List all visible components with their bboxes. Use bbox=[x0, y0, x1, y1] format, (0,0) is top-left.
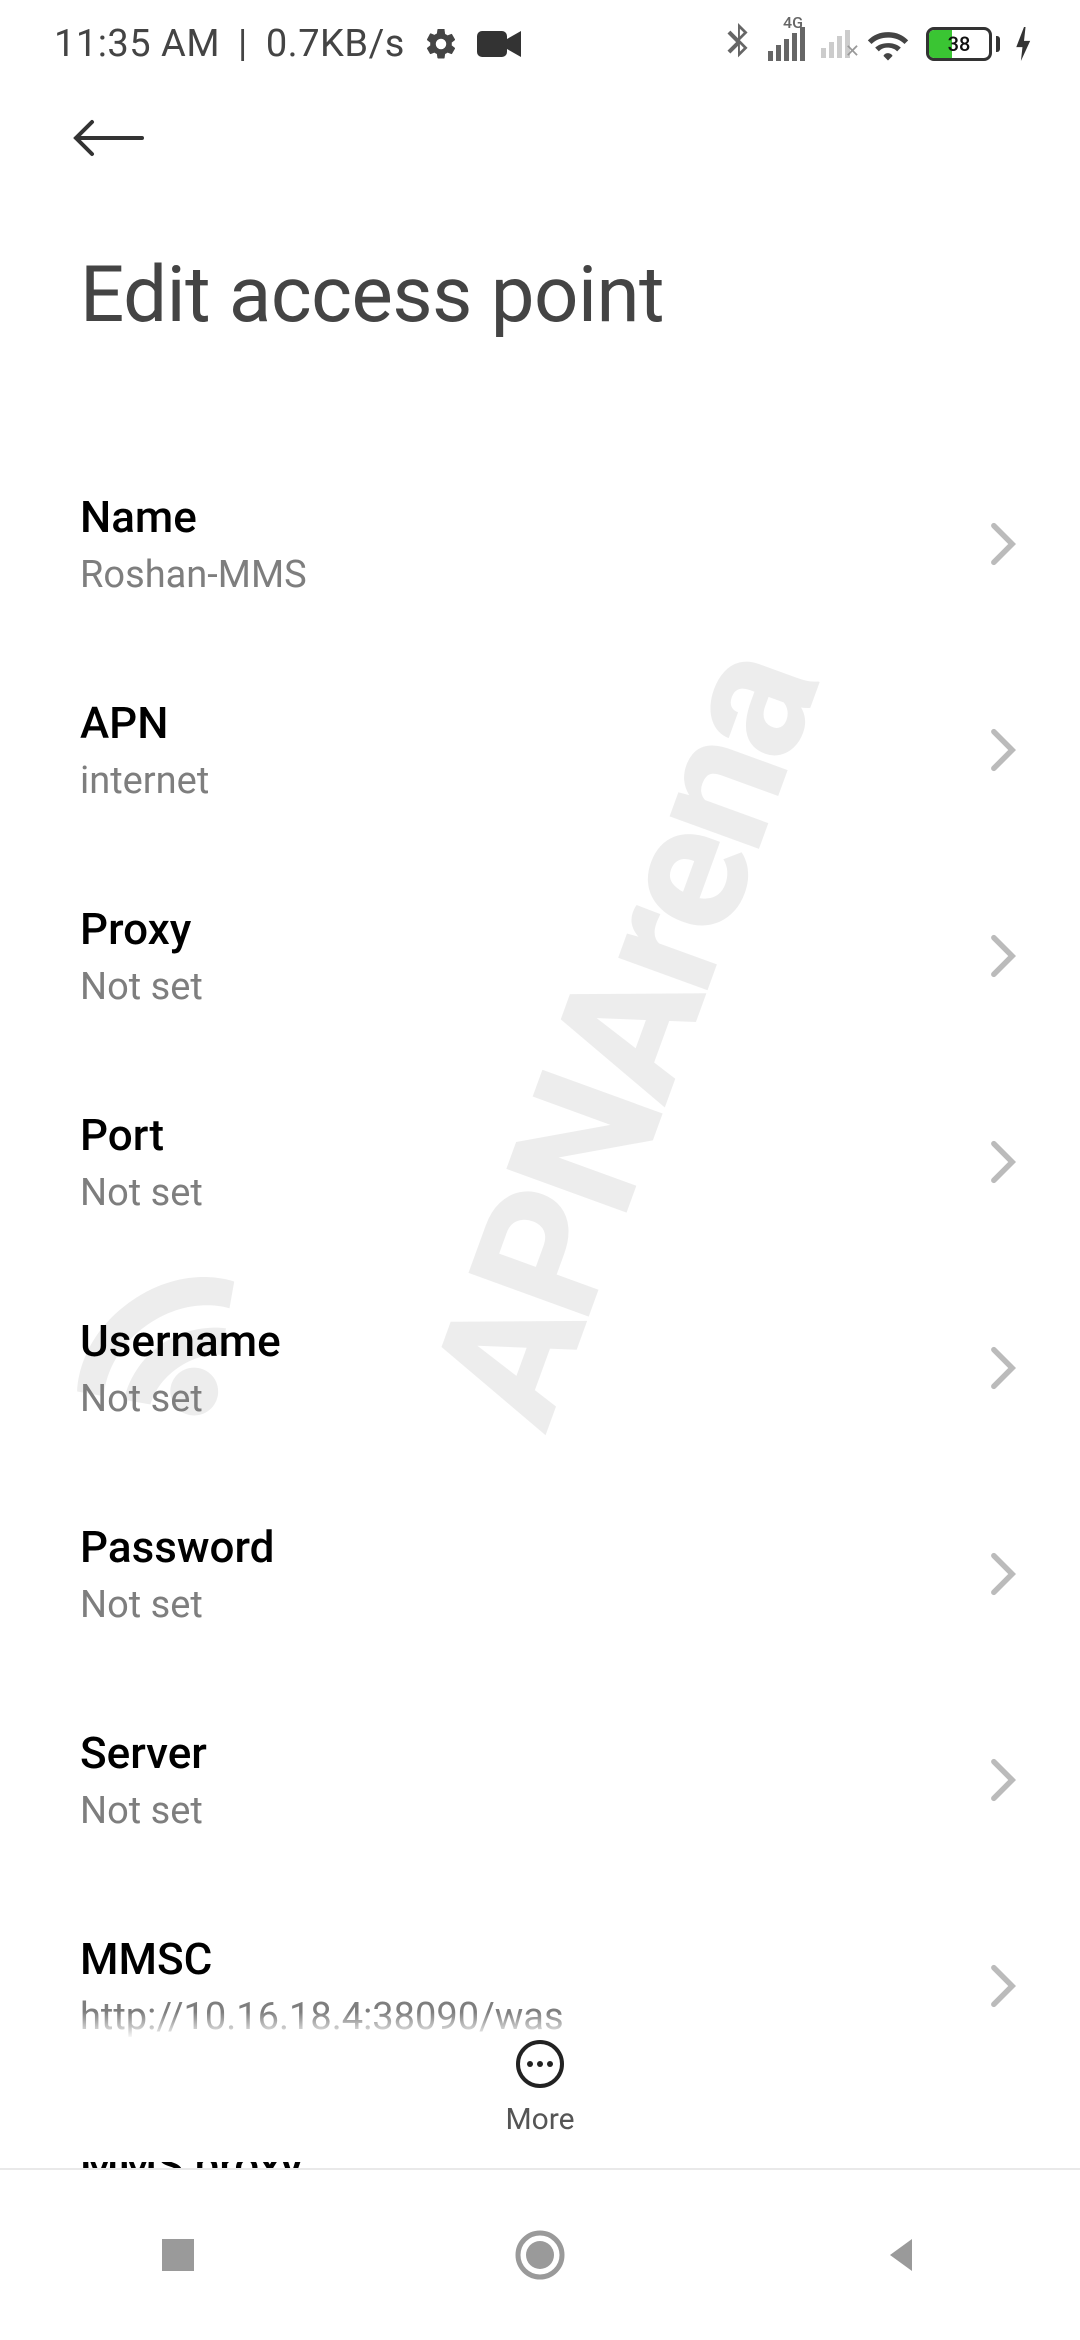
row-label: Proxy bbox=[80, 903, 990, 955]
row-name[interactable]: Name Roshan-MMS bbox=[0, 441, 1080, 647]
row-username[interactable]: Username Not set bbox=[0, 1265, 1080, 1471]
network-badge: 4G bbox=[783, 13, 803, 32]
row-value: Not set bbox=[80, 965, 990, 1009]
status-separator: | bbox=[238, 22, 248, 66]
status-time: 11:35 AM bbox=[54, 22, 220, 66]
row-label: Server bbox=[80, 1727, 990, 1779]
back-button[interactable] bbox=[70, 116, 1080, 160]
row-value: Not set bbox=[80, 1377, 990, 1421]
row-value: Roshan-MMS bbox=[80, 553, 990, 597]
row-value: internet bbox=[80, 759, 990, 803]
wifi-icon bbox=[866, 26, 910, 62]
video-icon bbox=[477, 29, 521, 59]
nav-home-button[interactable] bbox=[512, 2227, 568, 2283]
battery-percent: 38 bbox=[929, 32, 989, 56]
chevron-right-icon bbox=[990, 1964, 1016, 2008]
row-label: Port bbox=[80, 1109, 990, 1161]
row-value: Not set bbox=[80, 1789, 990, 1833]
chevron-right-icon bbox=[990, 1552, 1016, 1596]
row-value: Not set bbox=[80, 1583, 990, 1627]
nav-recents-button[interactable] bbox=[156, 2233, 200, 2277]
signal-no-sim-icon: ✕ bbox=[821, 30, 850, 58]
chevron-right-icon bbox=[990, 522, 1016, 566]
more-label: More bbox=[505, 2102, 574, 2137]
system-nav-bar bbox=[0, 2168, 1080, 2340]
chevron-right-icon bbox=[990, 1140, 1016, 1184]
chevron-right-icon bbox=[990, 728, 1016, 772]
row-label: Username bbox=[80, 1315, 990, 1367]
row-label: Name bbox=[80, 491, 990, 543]
row-apn[interactable]: APN internet bbox=[0, 647, 1080, 853]
bottom-action-bar: More bbox=[0, 2012, 1080, 2162]
more-icon bbox=[514, 2038, 566, 2090]
status-bar: 11:35 AM | 0.7KB/s 4G ✕ bbox=[0, 0, 1080, 88]
page-title: Edit access point bbox=[0, 160, 1080, 341]
row-label: MMSC bbox=[80, 1933, 990, 1985]
settings-icon bbox=[423, 26, 459, 62]
battery-indicator: 38 bbox=[926, 27, 1000, 61]
chevron-right-icon bbox=[990, 934, 1016, 978]
charging-icon bbox=[1016, 27, 1032, 61]
status-net-speed: 0.7KB/s bbox=[266, 22, 405, 66]
row-value: Not set bbox=[80, 1171, 990, 1215]
row-label: Password bbox=[80, 1521, 990, 1573]
chevron-right-icon bbox=[990, 1346, 1016, 1390]
signal-4g-icon: 4G bbox=[768, 27, 805, 61]
row-server[interactable]: Server Not set bbox=[0, 1677, 1080, 1883]
settings-list: Name Roshan-MMS APN internet Proxy Not s… bbox=[0, 341, 1080, 2295]
more-button[interactable]: More bbox=[505, 2038, 574, 2137]
row-proxy[interactable]: Proxy Not set bbox=[0, 853, 1080, 1059]
row-port[interactable]: Port Not set bbox=[0, 1059, 1080, 1265]
bluetooth-icon bbox=[724, 23, 752, 65]
nav-back-button[interactable] bbox=[880, 2233, 924, 2277]
chevron-right-icon bbox=[990, 1758, 1016, 1802]
row-password[interactable]: Password Not set bbox=[0, 1471, 1080, 1677]
row-label: APN bbox=[80, 697, 990, 749]
